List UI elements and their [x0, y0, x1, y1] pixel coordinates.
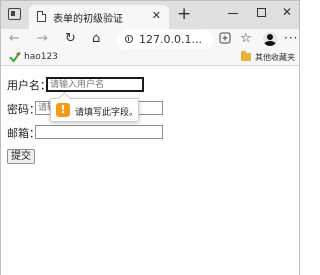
favorites-icon[interactable]: ☆: [240, 31, 252, 46]
more-menu-icon[interactable]: ···: [284, 31, 298, 45]
bookmark-other-favorites[interactable]: 其他收藏夹: [255, 52, 295, 63]
hao123-icon: [9, 51, 21, 63]
username-label: 用户名：: [7, 79, 51, 92]
close-window-button[interactable]: ✕: [280, 5, 294, 19]
forward-button[interactable]: →: [37, 31, 48, 47]
page-icon: [37, 11, 46, 22]
title-bar: 表单的初级验证 ✕ + ✕: [1, 1, 299, 29]
home-button[interactable]: ⌂: [92, 31, 100, 47]
email-input[interactable]: [35, 125, 163, 139]
minimize-button[interactable]: [228, 13, 238, 14]
submit-button[interactable]: 提交: [7, 149, 35, 164]
warning-icon: !: [56, 103, 70, 117]
zoom-icon[interactable]: [219, 32, 231, 44]
browser-window: 表单的初级验证 ✕ + ✕ ← → ↻ ⌂ 127.0.0.1... ☆ ···…: [0, 0, 300, 275]
new-tab-button[interactable]: +: [177, 4, 191, 24]
validation-message: 请填写此字段。: [75, 108, 139, 118]
refresh-button[interactable]: ↻: [65, 31, 76, 47]
maximize-button[interactable]: [257, 8, 266, 17]
address-bar[interactable]: 127.0.0.1...: [117, 30, 213, 50]
bookmark-hao123[interactable]: hao123: [24, 52, 58, 62]
page-content: 用户名： 密码： 邮箱： 提交: [1, 67, 299, 275]
window-menu-icon[interactable]: [8, 8, 21, 20]
address-url: 127.0.0.1...: [139, 33, 202, 46]
bookmarks-bar: hao123 其他收藏夹: [1, 49, 299, 66]
username-input[interactable]: [46, 77, 144, 92]
tab-close-icon[interactable]: ✕: [152, 9, 161, 22]
validation-tooltip: ! 请填写此字段。: [50, 98, 139, 122]
back-button[interactable]: ←: [9, 31, 20, 47]
tab-active[interactable]: 表单的初级验证 ✕: [29, 5, 169, 29]
profile-avatar-icon[interactable]: [263, 32, 277, 46]
tab-title: 表单的初级验证: [53, 14, 123, 25]
site-info-icon[interactable]: [125, 35, 133, 43]
folder-icon: [241, 51, 251, 61]
